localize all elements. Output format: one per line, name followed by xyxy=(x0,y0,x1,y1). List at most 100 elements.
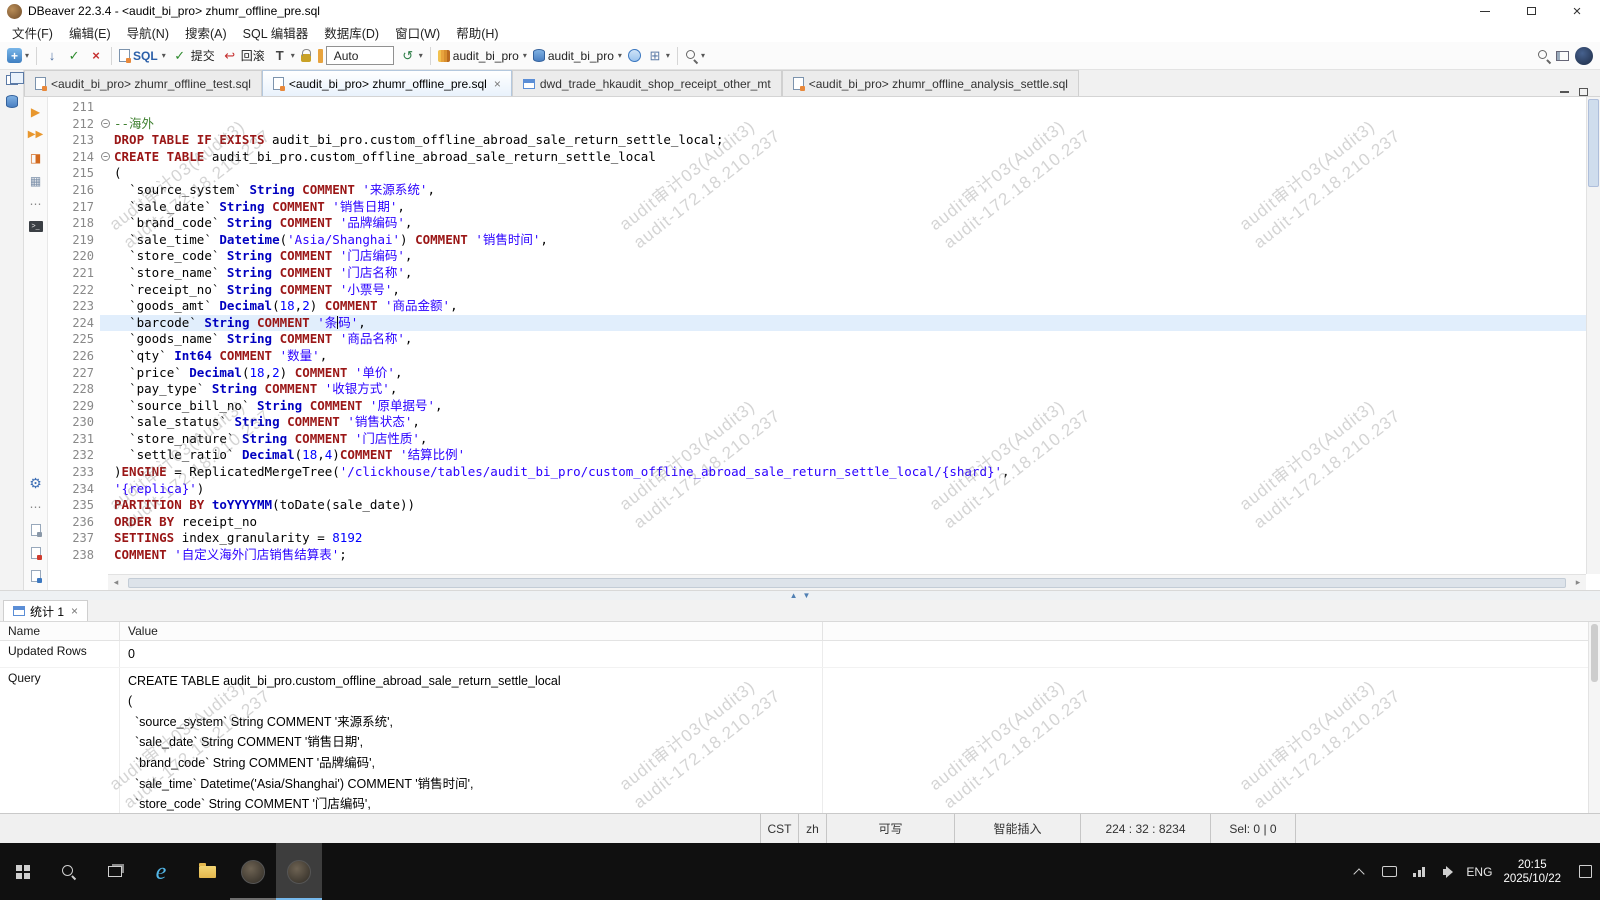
transaction-log-button[interactable]: ↺ ▾ xyxy=(397,46,426,66)
menu-item[interactable]: 文件(F) xyxy=(4,21,61,44)
language-button[interactable]: ENG xyxy=(1464,843,1494,900)
writable-indicator[interactable]: 可写 xyxy=(826,814,954,843)
code-line[interactable]: 224 `barcode` String COMMENT '条码', xyxy=(48,315,1586,332)
scrollbar-thumb[interactable] xyxy=(1588,99,1599,187)
accept-changes-button[interactable]: ✓ xyxy=(63,46,85,66)
menu-item[interactable]: SQL 编辑器 xyxy=(235,21,317,44)
panel-vertical-scrollbar[interactable] xyxy=(1588,622,1600,813)
transaction-mode-button[interactable]: T ▾ xyxy=(269,46,298,66)
code-line[interactable]: 221 `store_name` String COMMENT '门店名称', xyxy=(48,265,1586,282)
output-console-button[interactable]: >_ xyxy=(27,218,45,235)
code-line[interactable]: 222 `receipt_no` String COMMENT '小票号', xyxy=(48,282,1586,299)
commit-button[interactable]: ✓ 提交 xyxy=(169,45,219,66)
code-line[interactable]: 220 `store_code` String COMMENT '门店编码', xyxy=(48,248,1586,265)
ie-button[interactable]: e xyxy=(138,843,184,900)
locale-indicator[interactable]: zh xyxy=(798,814,826,843)
code-line[interactable]: 235PARTITION BY toYYYYMM(toDate(sale_dat… xyxy=(48,497,1586,514)
code-line[interactable]: 216 `source_system` String COMMENT '来源系统… xyxy=(48,182,1586,199)
volume-button[interactable] xyxy=(1434,843,1464,900)
sql-editor[interactable]: 211212−--海外213DROP TABLE IF EXISTS audit… xyxy=(48,97,1600,590)
menu-item[interactable]: 数据库(D) xyxy=(316,21,387,44)
menu-item[interactable]: 编辑(E) xyxy=(61,21,119,44)
auto-commit-combo[interactable]: Auto xyxy=(326,46,394,65)
sql-editor-button[interactable]: SQL ▾ xyxy=(116,47,169,65)
insert-mode-indicator[interactable]: 智能插入 xyxy=(954,814,1080,843)
menu-item[interactable]: 帮助(H) xyxy=(448,21,506,44)
error-log-button[interactable] xyxy=(27,544,45,561)
lock-button[interactable] xyxy=(298,47,314,64)
collapse-up-icon[interactable]: ▲ xyxy=(790,592,798,600)
code-line[interactable]: 228 `pay_type` String COMMENT '收银方式', xyxy=(48,381,1586,398)
file-explorer-button[interactable] xyxy=(184,843,230,900)
save-script-button[interactable] xyxy=(27,567,45,584)
minimize-button[interactable] xyxy=(1462,0,1508,22)
column-header-name[interactable]: Name xyxy=(0,622,120,640)
code-line[interactable]: 226 `qty` Int64 COMMENT '数量', xyxy=(48,348,1586,365)
scroll-right-icon[interactable]: ▸ xyxy=(1570,577,1586,588)
code-line[interactable]: 225 `goods_name` String COMMENT '商品名称', xyxy=(48,331,1586,348)
menu-item[interactable]: 窗口(W) xyxy=(387,21,448,44)
fold-collapse-icon[interactable]: − xyxy=(100,149,114,166)
editor-tab[interactable]: dwd_trade_hkaudit_shop_receipt_other_mt xyxy=(512,70,782,96)
editor-tab[interactable]: <audit_bi_pro> zhumr_offline_pre.sql× xyxy=(262,70,512,96)
code-line[interactable]: 233)ENGINE = ReplicatedMergeTree('/click… xyxy=(48,464,1586,481)
code-line[interactable]: 237SETTINGS index_granularity = 8192 xyxy=(48,530,1586,547)
caret-position-indicator[interactable]: 224 : 32 : 8234 xyxy=(1080,814,1210,843)
network-button[interactable] xyxy=(625,47,644,64)
code-line[interactable]: 213DROP TABLE IF EXISTS audit_bi_pro.cus… xyxy=(48,132,1586,149)
discard-changes-button[interactable]: × xyxy=(85,46,107,66)
editor-horizontal-scrollbar[interactable]: ◂ ▸ xyxy=(108,574,1586,590)
app-button-1[interactable] xyxy=(230,843,276,900)
editor-tab[interactable]: <audit_bi_pro> zhumr_offline_analysis_se… xyxy=(782,70,1079,96)
code-line[interactable]: 229 `source_bill_no` String COMMENT '原单据… xyxy=(48,398,1586,415)
menu-item[interactable]: 搜索(A) xyxy=(177,21,235,44)
explain-plan-button[interactable]: ▦ xyxy=(27,172,45,189)
code-line[interactable]: 232 `settle_ratio` Decimal(18,4)COMMENT … xyxy=(48,447,1586,464)
code-line[interactable]: 236ORDER BY receipt_no xyxy=(48,514,1586,531)
settings-gear-button[interactable]: ⚙ xyxy=(27,475,45,492)
panel-splitter[interactable]: ▲ ▼ xyxy=(0,590,1600,600)
code-line[interactable]: 212−--海外 xyxy=(48,116,1586,133)
code-line[interactable]: 218 `brand_code` String COMMENT '品牌编码', xyxy=(48,215,1586,232)
more-actions-icon[interactable]: ⋯ xyxy=(27,498,45,515)
code-line[interactable]: 217 `sale_date` String COMMENT '销售日期', xyxy=(48,199,1586,216)
maximize-button[interactable] xyxy=(1508,0,1554,22)
collapse-down-icon[interactable]: ▼ xyxy=(803,592,811,600)
account-button[interactable] xyxy=(1572,45,1596,67)
editor-vertical-scrollbar[interactable] xyxy=(1586,97,1600,574)
network-button[interactable] xyxy=(1404,843,1434,900)
database-navigator-icon[interactable] xyxy=(6,95,18,108)
code-line[interactable]: 234'{replica}') xyxy=(48,481,1586,498)
quick-search-button[interactable] xyxy=(1534,47,1553,64)
minimize-view-icon[interactable] xyxy=(1560,91,1569,93)
table-row[interactable]: Updated Rows0 xyxy=(0,641,1600,668)
connection-selector[interactable]: audit_bi_pro ▾ xyxy=(435,47,530,65)
rollback-button[interactable]: ↩ 回滚 xyxy=(219,45,269,66)
hidden-icons-button[interactable] xyxy=(1344,843,1374,900)
taskbar-search-button[interactable] xyxy=(46,843,92,900)
action-center-button[interactable] xyxy=(1570,843,1600,900)
toolbar-search-button[interactable]: ▾ xyxy=(682,47,708,64)
more-actions-icon[interactable]: ⋯ xyxy=(27,195,45,212)
restore-panel-icon[interactable] xyxy=(6,75,18,85)
scrollbar-thumb[interactable] xyxy=(1591,624,1598,682)
selection-indicator[interactable]: Sel: 0 | 0 xyxy=(1210,814,1296,843)
editor-tab[interactable]: <audit_bi_pro> zhumr_offline_test.sql xyxy=(24,70,262,96)
tab-close-icon[interactable]: × xyxy=(494,77,501,91)
fold-collapse-icon[interactable]: − xyxy=(100,116,114,133)
code-line[interactable]: 223 `goods_amt` Decimal(18,2) COMMENT '商… xyxy=(48,298,1586,315)
code-line[interactable]: 211 xyxy=(48,99,1586,116)
execute-new-tab-button[interactable]: ◨ xyxy=(27,149,45,166)
touch-keyboard-button[interactable] xyxy=(1374,843,1404,900)
code-line[interactable]: 215( xyxy=(48,165,1586,182)
execute-statement-button[interactable]: ▶ xyxy=(27,103,45,120)
scrollbar-thumb[interactable] xyxy=(128,578,1566,588)
scroll-left-icon[interactable]: ◂ xyxy=(108,577,124,588)
timezone-indicator[interactable]: CST xyxy=(760,814,798,843)
table-row[interactable]: QueryCREATE TABLE audit_bi_pro.custom_of… xyxy=(0,668,1600,813)
code-line[interactable]: 219 `sale_time` Datetime('Asia/Shanghai'… xyxy=(48,232,1586,249)
code-line[interactable]: 238COMMENT '自定义海外门店销售结算表'; xyxy=(48,547,1586,564)
code-line[interactable]: 214−CREATE TABLE audit_bi_pro.custom_off… xyxy=(48,149,1586,166)
code-line[interactable]: 231 `store_nature` String COMMENT '门店性质'… xyxy=(48,431,1586,448)
schema-selector[interactable]: audit_bi_pro ▾ xyxy=(530,47,625,65)
